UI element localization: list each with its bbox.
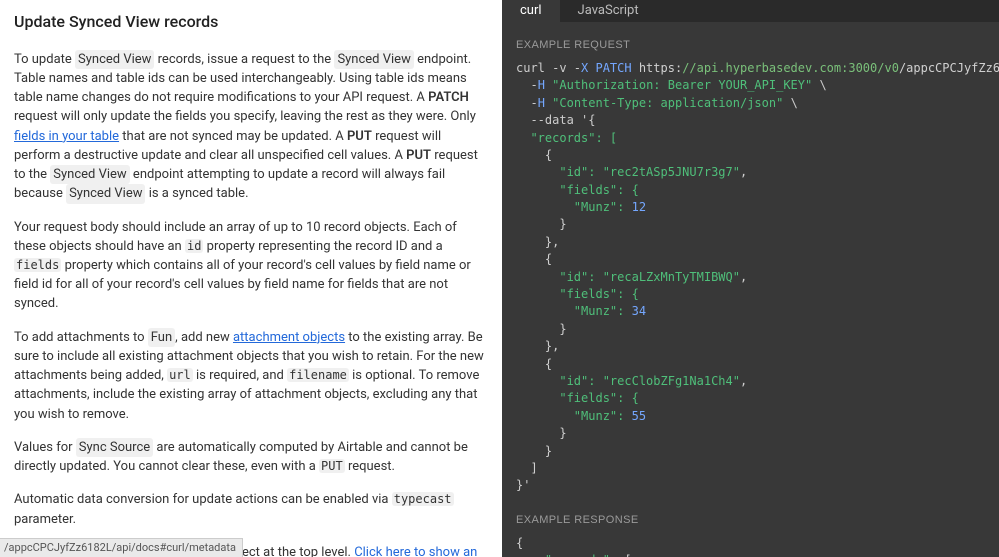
example-response-heading: EXAMPLE RESPONSE bbox=[516, 513, 999, 529]
sync-source-badge: Sync Source bbox=[76, 438, 153, 457]
fields-in-table-link[interactable]: fields in your table bbox=[14, 129, 119, 144]
synced-view-badge: Synced View bbox=[75, 50, 154, 69]
attachment-objects-link[interactable]: attachment objects bbox=[233, 330, 345, 345]
fields-token: fields bbox=[14, 258, 61, 272]
typecast-token: typecast bbox=[392, 492, 454, 506]
put-label: PUT bbox=[406, 148, 431, 163]
lang-tabs: curl JavaScript bbox=[502, 0, 999, 22]
put-token: PUT bbox=[319, 459, 345, 473]
example-request-code[interactable]: curl -v -X PATCH https://api.hyperbasede… bbox=[516, 60, 999, 495]
fun-badge: Fun bbox=[148, 328, 175, 347]
patch-label: PATCH bbox=[428, 90, 469, 105]
doc-pane: Update Synced View records To update Syn… bbox=[0, 0, 502, 557]
page-root: Update Synced View records To update Syn… bbox=[0, 0, 999, 557]
para-5: Automatic data conversion for update act… bbox=[14, 490, 488, 528]
put-label: PUT bbox=[347, 129, 372, 144]
example-response-code[interactable]: { "records": [ { "id": "rec2tASp5JNU7r3g… bbox=[516, 535, 999, 557]
example-request-heading: EXAMPLE REQUEST bbox=[516, 38, 999, 54]
synced-view-badge: Synced View bbox=[50, 165, 129, 184]
browser-statusbar: /appcCPCJyfZz6182L/api/docs#curl/metadat… bbox=[0, 538, 243, 557]
para-1: To update Synced View records, issue a r… bbox=[14, 50, 488, 204]
tab-curl[interactable]: curl bbox=[502, 0, 560, 23]
para-4: Values for Sync Source are automatically… bbox=[14, 438, 488, 476]
code-body: EXAMPLE REQUEST curl -v -X PATCH https:/… bbox=[502, 22, 999, 557]
filename-token: filename bbox=[287, 368, 349, 382]
id-token: id bbox=[185, 239, 203, 253]
synced-view-badge: Synced View bbox=[66, 184, 145, 203]
synced-view-badge: Synced View bbox=[334, 50, 413, 69]
para-2: Your request body should include an arra… bbox=[14, 218, 488, 314]
tab-javascript[interactable]: JavaScript bbox=[560, 0, 657, 23]
page-title: Update Synced View records bbox=[14, 10, 488, 34]
para-3: To add attachments to Fun, add new attac… bbox=[14, 328, 488, 424]
code-pane: curl JavaScript show API key EXAMPLE REQ… bbox=[502, 0, 999, 557]
url-token: url bbox=[167, 368, 193, 382]
